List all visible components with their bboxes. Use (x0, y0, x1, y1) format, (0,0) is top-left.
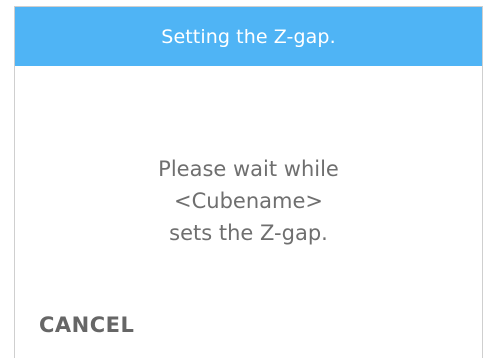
dialog-title: Setting the Z-gap. (161, 25, 336, 48)
dialog-title-bar: Setting the Z-gap. (15, 7, 482, 66)
wait-message: Please wait while <Cubename> sets the Z-… (15, 153, 482, 249)
message-line-3: sets the Z-gap. (169, 221, 328, 245)
z-gap-dialog: Setting the Z-gap. Please wait while <Cu… (14, 6, 483, 358)
message-line-1: Please wait while (158, 157, 339, 181)
cancel-button[interactable]: CANCEL (39, 313, 134, 337)
message-line-2: <Cubename> (174, 189, 323, 213)
